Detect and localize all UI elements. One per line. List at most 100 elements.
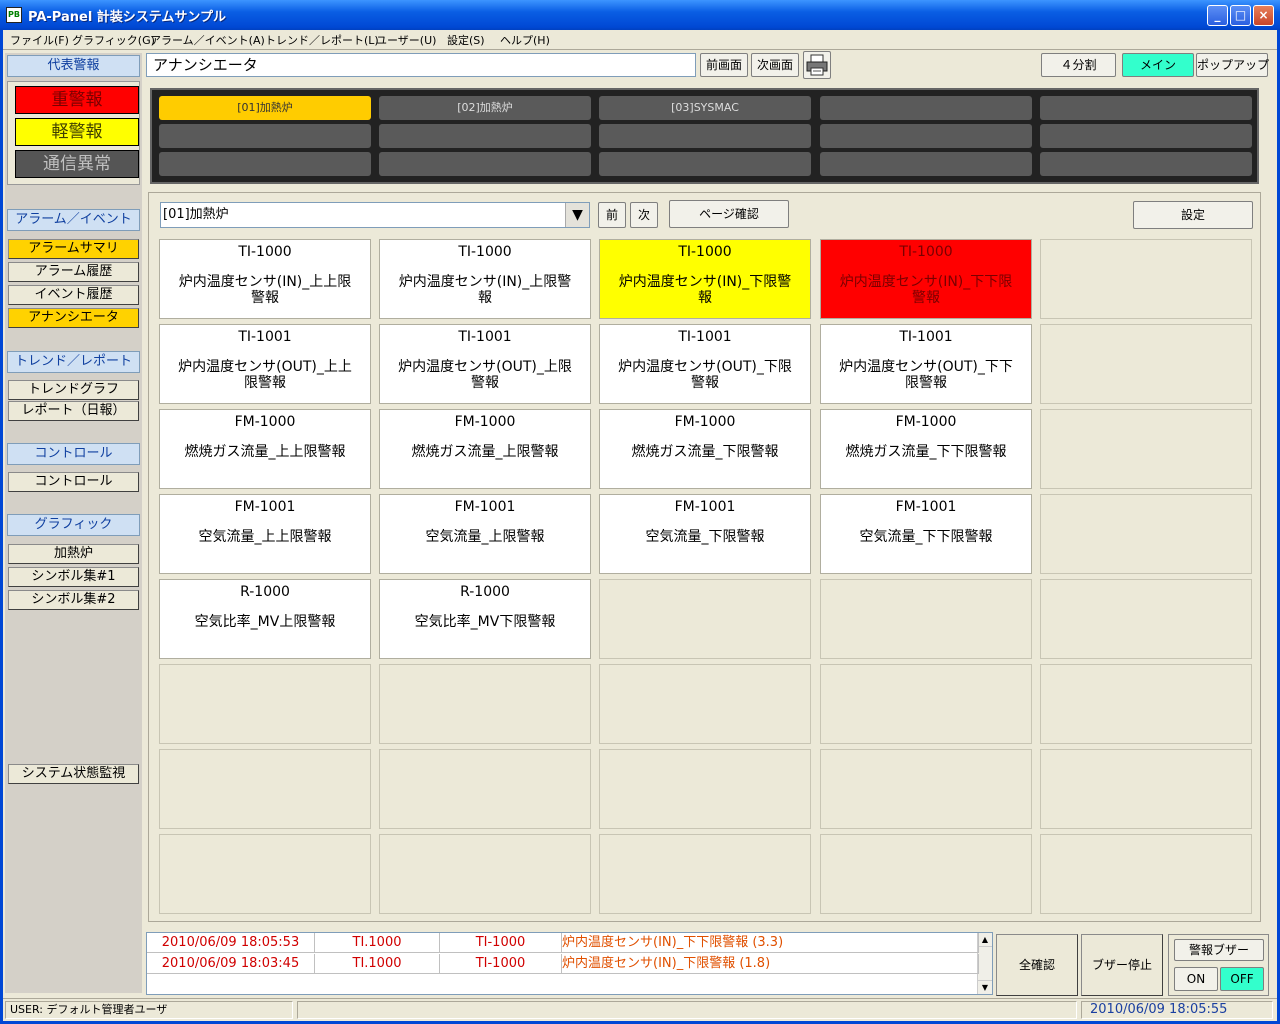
log-row[interactable]: 2010/06/09 18:03:45 TI.1000 TI-1000 炉内温度センサ… <box>147 954 979 974</box>
annunciator-tile-empty[interactable] <box>599 834 811 914</box>
annunciator-tile-empty[interactable] <box>379 749 591 829</box>
ack-all-button[interactable]: 全確認 <box>996 934 1078 996</box>
comm-error-indicator[interactable]: 通信異常 <box>15 150 139 178</box>
annunciator-tile[interactable]: FM-1000 燃焼ガス流量_下限警報 <box>599 409 811 489</box>
minimize-button[interactable]: _ <box>1207 5 1228 26</box>
annunciator-tile[interactable]: FM-1001 空気流量_下限警報 <box>599 494 811 574</box>
buzzer-off-button[interactable]: OFF <box>1220 967 1264 991</box>
menu-file[interactable]: ファイル(F) <box>10 32 69 48</box>
annunciator-tile-empty[interactable] <box>1040 749 1252 829</box>
tag-group-button[interactable] <box>820 152 1032 176</box>
nav-system-monitor[interactable]: システム状態監視 <box>8 764 139 784</box>
nav-symbols-1[interactable]: シンボル集#1 <box>8 567 139 587</box>
annunciator-tile-empty[interactable] <box>599 664 811 744</box>
nav-trend-graph[interactable]: トレンドグラフ <box>8 380 139 400</box>
nav-event-history[interactable]: イベント履歴 <box>8 285 139 305</box>
annunciator-tile-empty[interactable] <box>1040 409 1252 489</box>
nav-alarm-history[interactable]: アラーム履歴 <box>8 262 139 282</box>
annunciator-tile-empty[interactable] <box>820 579 1032 659</box>
tag-group-button[interactable]: [03]SYSMAC <box>599 96 811 120</box>
tag-group-button[interactable] <box>1040 124 1252 148</box>
annunciator-tile-empty[interactable] <box>379 834 591 914</box>
dropdown-arrow-icon[interactable]: ▼ <box>565 203 589 227</box>
tag-group-button[interactable] <box>379 124 591 148</box>
nav-symbols-2[interactable]: シンボル集#2 <box>8 590 139 610</box>
tag-group-button[interactable] <box>1040 152 1252 176</box>
close-button[interactable]: × <box>1253 5 1274 26</box>
annunciator-tile-empty[interactable] <box>379 664 591 744</box>
page-confirm-button[interactable]: ページ確認 <box>669 200 789 228</box>
annunciator-tile[interactable]: R-1000 空気比率_MV上限警報 <box>159 579 371 659</box>
next-screen-button[interactable]: 次画面 <box>751 53 799 77</box>
printer-icon[interactable] <box>803 51 831 79</box>
main-window-button[interactable]: メイン <box>1122 53 1194 77</box>
group-select[interactable]: [01]加熱炉 ▼ <box>160 202 590 228</box>
annunciator-tile-empty[interactable] <box>1040 579 1252 659</box>
prev-screen-button[interactable]: 前画面 <box>700 53 748 77</box>
annunciator-tile[interactable]: TI-1000 炉内温度センサ(IN)_下限警報 <box>599 239 811 319</box>
annunciator-tile-empty[interactable] <box>599 579 811 659</box>
annunciator-tile[interactable]: FM-1001 空気流量_上上限警報 <box>159 494 371 574</box>
annunciator-tile-empty[interactable] <box>159 664 371 744</box>
annunciator-tile-empty[interactable] <box>159 834 371 914</box>
annunciator-tile-empty[interactable] <box>1040 834 1252 914</box>
tag-group-button[interactable]: [02]加熱炉 <box>379 96 591 120</box>
annunciator-tile[interactable]: TI-1000 炉内温度センサ(IN)_上限警報 <box>379 239 591 319</box>
annunciator-tile[interactable]: TI-1000 炉内温度センサ(IN)_上上限警報 <box>159 239 371 319</box>
annunciator-tile[interactable]: R-1000 空気比率_MV下限警報 <box>379 579 591 659</box>
log-row[interactable]: 2010/06/09 18:05:53 TI.1000 TI-1000 炉内温度センサ… <box>147 933 979 953</box>
annunciator-tile-empty[interactable] <box>1040 324 1252 404</box>
annunciator-tile[interactable]: TI-1000 炉内温度センサ(IN)_下下限警報 <box>820 239 1032 319</box>
annunciator-tile-empty[interactable] <box>1040 664 1252 744</box>
annunciator-tile-empty[interactable] <box>820 664 1032 744</box>
prev-group-button[interactable]: 前 <box>598 202 626 228</box>
tag-group-button[interactable]: [01]加熱炉 <box>159 96 371 120</box>
annunciator-tile[interactable]: TI-1001 炉内温度センサ(OUT)_上限警報 <box>379 324 591 404</box>
nav-daily-report[interactable]: レポート（日報） <box>8 401 139 421</box>
menu-settings[interactable]: 設定(S) <box>447 32 485 48</box>
tag-group-button[interactable] <box>379 152 591 176</box>
nav-heating-furnace[interactable]: 加熱炉 <box>8 544 139 564</box>
tag-group-button[interactable] <box>599 124 811 148</box>
annunciator-settings-button[interactable]: 設定 <box>1133 201 1253 229</box>
major-alarm-indicator[interactable]: 重警報 <box>15 86 139 114</box>
annunciator-tile-empty[interactable] <box>1040 494 1252 574</box>
nav-control[interactable]: コントロール <box>8 472 139 492</box>
nav-alarm-summary[interactable]: アラームサマリ <box>8 239 139 259</box>
maximize-button[interactable]: □ <box>1230 5 1251 26</box>
annunciator-tile[interactable]: FM-1000 燃焼ガス流量_上上限警報 <box>159 409 371 489</box>
menu-graphic[interactable]: グラフィック(G) <box>72 32 155 48</box>
log-scrollbar[interactable]: ▲ ▼ <box>977 933 992 994</box>
tag-group-button[interactable] <box>820 124 1032 148</box>
annunciator-tile-empty[interactable] <box>159 749 371 829</box>
annunciator-tile[interactable]: TI-1001 炉内温度センサ(OUT)_上上限警報 <box>159 324 371 404</box>
annunciator-tile[interactable]: TI-1001 炉内温度センサ(OUT)_下限警報 <box>599 324 811 404</box>
annunciator-tile[interactable]: FM-1001 空気流量_下下限警報 <box>820 494 1032 574</box>
scroll-down-icon[interactable]: ▼ <box>978 980 992 994</box>
tag-group-button[interactable] <box>599 152 811 176</box>
menu-alarm-event[interactable]: アラーム／イベント(A) <box>150 32 265 48</box>
menu-user[interactable]: ユーザー(U) <box>376 32 436 48</box>
split4-button[interactable]: ４分割 <box>1041 53 1116 77</box>
annunciator-tile[interactable]: FM-1001 空気流量_上限警報 <box>379 494 591 574</box>
tag-group-button[interactable] <box>1040 96 1252 120</box>
tag-group-button[interactable] <box>159 152 371 176</box>
annunciator-tile[interactable]: FM-1000 燃焼ガス流量_上限警報 <box>379 409 591 489</box>
tag-group-button[interactable] <box>159 124 371 148</box>
next-group-button[interactable]: 次 <box>630 202 658 228</box>
buzzer-on-button[interactable]: ON <box>1174 967 1218 991</box>
annunciator-tile[interactable]: FM-1000 燃焼ガス流量_下下限警報 <box>820 409 1032 489</box>
menu-trend-report[interactable]: トレンド／レポート(L) <box>265 32 379 48</box>
tag-group-button[interactable] <box>820 96 1032 120</box>
popup-window-button[interactable]: ポップアップ <box>1196 53 1269 77</box>
annunciator-tile[interactable]: TI-1001 炉内温度センサ(OUT)_下下限警報 <box>820 324 1032 404</box>
annunciator-tile-empty[interactable] <box>820 749 1032 829</box>
scroll-up-icon[interactable]: ▲ <box>978 933 992 947</box>
minor-alarm-indicator[interactable]: 軽警報 <box>15 118 139 146</box>
buzzer-stop-button[interactable]: ブザー停止 <box>1081 934 1163 996</box>
annunciator-tile-empty[interactable] <box>599 749 811 829</box>
nav-annunciator[interactable]: アナンシエータ <box>8 308 139 328</box>
annunciator-tile-empty[interactable] <box>1040 239 1252 319</box>
menu-help[interactable]: ヘルプ(H) <box>500 32 550 48</box>
annunciator-tile-empty[interactable] <box>820 834 1032 914</box>
